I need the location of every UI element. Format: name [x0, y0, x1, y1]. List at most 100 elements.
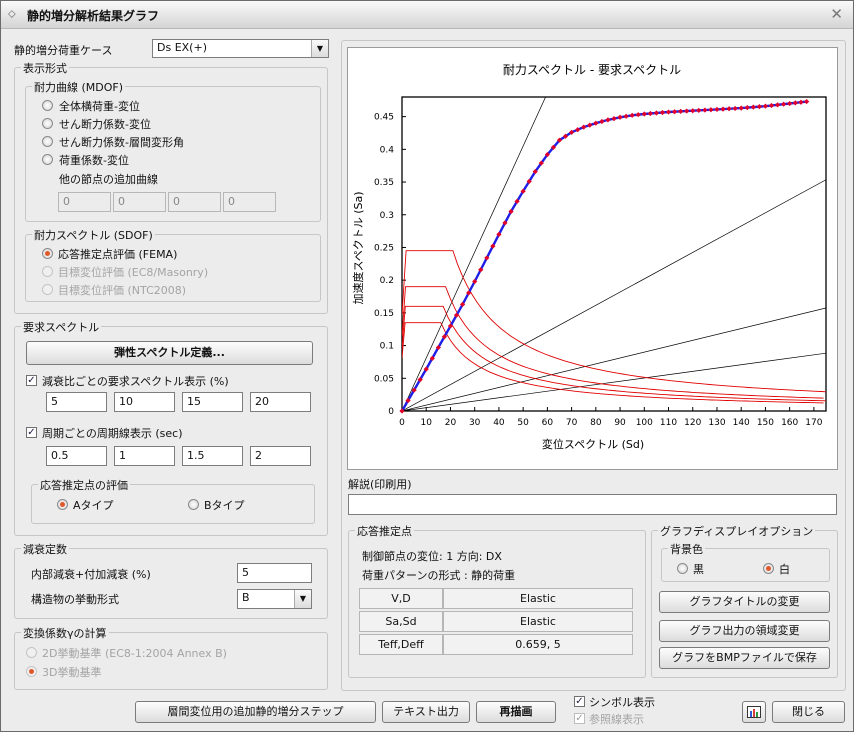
x-tick-label: 50 [517, 418, 529, 428]
extra-node-input-2[interactable]: 0 [113, 192, 166, 212]
plot-frame [401, 96, 827, 412]
mdof-radio-1[interactable] [42, 100, 53, 111]
behavior-select[interactable]: B ▼ [237, 589, 312, 609]
define-spectrum-button[interactable]: 弾性スペクトル定義... [26, 341, 313, 365]
period-input-3[interactable]: 1.5 [182, 446, 243, 466]
capacity-point [738, 105, 744, 111]
plot-area: 0 10 20 30 40 50 60 70 80 90 100 110 120 130 140 150 160… [374, 96, 827, 428]
sdof-radio-ntc[interactable] [42, 284, 53, 295]
chevron-down-icon[interactable]: ▼ [294, 590, 311, 608]
x-tick-label: 150 [757, 418, 774, 428]
capacity-point [678, 108, 684, 114]
sdof-radio-ec8[interactable] [42, 266, 53, 277]
capacity-point [623, 113, 629, 119]
y-tick-label: 0.4 [380, 145, 395, 155]
dialog-window: ⬦ 静的増分解析結果グラフ ✕ 静的増分荷重ケース Ds EX(+) ▼ 表示形… [0, 0, 854, 732]
capacity-point [756, 104, 762, 110]
extra-node-input-4[interactable]: 0 [223, 192, 276, 212]
explanation-input[interactable] [348, 494, 837, 515]
period-line [402, 179, 826, 411]
capacity-point [684, 108, 690, 114]
change-area-button[interactable]: グラフ出力の領域変更 [659, 620, 830, 642]
load-case-select[interactable]: Ds EX(+) ▼ [152, 39, 329, 58]
chart-title: 耐力スペクトル - 要求スペクトル [503, 63, 681, 77]
capacity-point [774, 102, 781, 108]
period-input-2[interactable]: 1 [114, 446, 175, 466]
bg-white-radio[interactable] [763, 563, 774, 574]
change-title-button[interactable]: グラフタイトルの変更 [659, 591, 830, 613]
conversion-radio-2d[interactable] [26, 647, 37, 658]
conversion-radio-3d[interactable] [26, 666, 37, 677]
result-key-1: V,D [359, 588, 443, 609]
result-key-3: Teff,Deff [359, 634, 443, 655]
demand-legend: 要求スペクトル [21, 319, 102, 335]
symbol-checkbox[interactable]: ✓ [574, 696, 585, 707]
x-tick-label: 100 [636, 418, 653, 428]
damping-check-label: 減衰比ごとの要求スペクトル表示 (%) [42, 375, 229, 388]
response-eval-legend: 応答推定点の評価 [38, 477, 130, 493]
period-checkbox[interactable]: ✓ [26, 427, 37, 438]
damping-input-2[interactable]: 10 [114, 392, 175, 412]
damping-checkbox[interactable]: ✓ [26, 375, 37, 386]
mdof-radio-4[interactable] [42, 154, 53, 165]
text-output-button[interactable]: テキスト出力 [382, 701, 470, 723]
x-tick-label: 140 [733, 418, 750, 428]
capacity-point [781, 101, 787, 107]
extra-node-input-1[interactable]: 0 [58, 192, 111, 212]
x-tick-label: 30 [469, 418, 481, 428]
load-pattern-text: 荷重パターンの形式 : 静的荷重 [362, 569, 516, 582]
capacity-point [665, 109, 672, 115]
y-tick-label: 0.2 [380, 276, 394, 286]
damping-constant-legend: 減衰定数 [21, 541, 69, 557]
capacity-point [787, 100, 793, 107]
redraw-button[interactable]: 再描画 [476, 701, 556, 723]
type-b-radio[interactable] [188, 499, 199, 510]
damping-input-1[interactable]: 5 [46, 392, 107, 412]
type-a-radio[interactable] [57, 499, 68, 510]
reference-line-checkbox[interactable]: ✓ [574, 713, 585, 724]
y-tick-label: 0.35 [374, 178, 394, 188]
y-tick-label: 0 [388, 407, 394, 417]
title-bar: ⬦ 静的増分解析結果グラフ ✕ [1, 1, 853, 29]
type-b-label: Bタイプ [204, 499, 245, 512]
capacity-point [744, 105, 750, 111]
period-input-1[interactable]: 0.5 [46, 446, 107, 466]
capacity-point [702, 107, 708, 113]
capacity-point [720, 106, 726, 112]
capacity-point [671, 109, 678, 115]
window-menu-icon[interactable]: ⬦ [8, 7, 16, 21]
damping-input-3[interactable]: 15 [182, 392, 243, 412]
mdof-option-3: せん断力係数-層間変形角 [59, 136, 184, 149]
x-tick-label: 80 [590, 418, 602, 428]
chevron-down-icon[interactable]: ▼ [311, 40, 328, 57]
conversion-option-2d: 2D挙動基準 (EC8-1:2004 Annex B) [42, 647, 227, 660]
period-input-4[interactable]: 2 [250, 446, 311, 466]
mdof-radio-3[interactable] [42, 136, 53, 147]
chart-icon-button[interactable] [742, 701, 766, 723]
capacity-point [647, 110, 653, 117]
extra-node-input-3[interactable]: 0 [168, 192, 221, 212]
period-check-label: 周期ごとの周期線表示 (sec) [42, 427, 183, 440]
sdof-radio-fema[interactable] [42, 248, 53, 259]
behavior-value: B [242, 591, 250, 604]
damping-input-4[interactable]: 20 [250, 392, 311, 412]
bg-black-radio[interactable] [677, 563, 688, 574]
additional-step-button[interactable]: 層間変位用の追加静的増分ステップ [135, 701, 376, 723]
save-bmp-button[interactable]: グラフをBMPファイルで保存 [659, 647, 830, 669]
x-tick-label: 170 [805, 418, 822, 428]
x-tick-label: 40 [493, 418, 505, 428]
conversion-legend: 変換係数γの計算 [21, 625, 109, 641]
x-tick-label: 20 [445, 418, 457, 428]
internal-damping-input[interactable]: 5 [237, 563, 312, 583]
close-button[interactable]: 閉じる [772, 701, 845, 723]
capacity-point [659, 109, 666, 116]
mdof-radio-2[interactable] [42, 118, 53, 129]
capacity-point [635, 112, 641, 118]
period-line [402, 97, 546, 411]
y-tick-label: 0.25 [374, 243, 394, 253]
capacity-point [726, 106, 732, 112]
y-tick-label: 0.45 [374, 113, 394, 123]
close-icon[interactable]: ✕ [830, 5, 843, 23]
capacity-sdof-legend: 耐力スペクトル (SDOF) [32, 227, 155, 243]
conversion-option-3d: 3D挙動基準 [42, 666, 102, 679]
